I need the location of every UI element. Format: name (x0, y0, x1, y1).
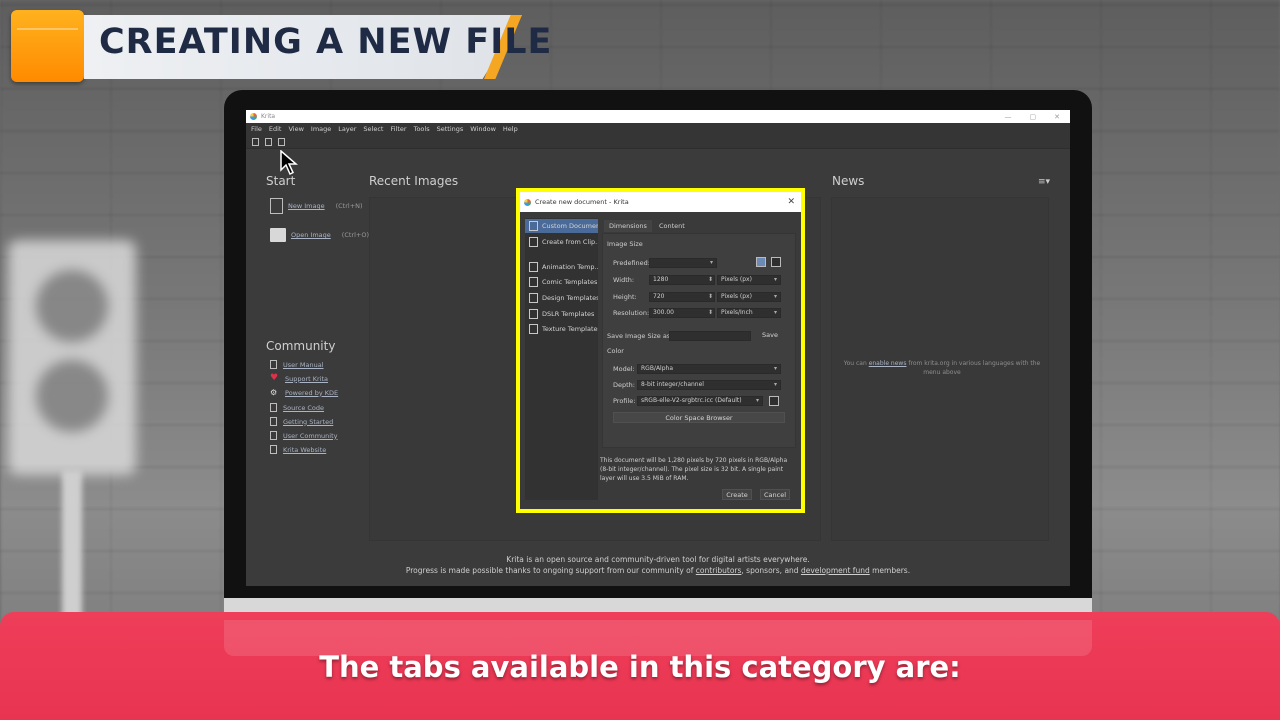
source-code-link[interactable]: Source Code (283, 404, 324, 412)
menu-view[interactable]: View (288, 125, 303, 133)
background-speaker (8, 240, 136, 475)
title-text: CREATING A NEW FILE (99, 22, 553, 62)
book-icon (270, 431, 277, 440)
open-image-item[interactable]: Open Image (Ctrl+O) (270, 228, 369, 242)
powered-by-kde-link[interactable]: Powered by KDE (285, 389, 338, 397)
close-icon[interactable]: ✕ (1054, 113, 1060, 121)
support-krita-item[interactable]: ♥ Support Krita (270, 374, 328, 383)
welcome-footer: Krita is an open source and community-dr… (246, 554, 1070, 576)
support-krita-link[interactable]: Support Krita (285, 375, 328, 383)
title-badge-icon (11, 10, 84, 82)
menu-file[interactable]: File (251, 125, 262, 133)
footer-text-mid: , sponsors, and (741, 566, 799, 575)
maximize-icon[interactable]: ▢ (1030, 113, 1037, 121)
book-icon (270, 360, 277, 369)
development-fund-link[interactable]: development fund (801, 566, 870, 575)
enable-news-link[interactable]: enable news (869, 360, 907, 367)
news-heading: News (832, 174, 865, 188)
new-image-link[interactable]: New Image (288, 202, 325, 210)
new-image-icon (270, 198, 283, 214)
contributors-link[interactable]: contributors (696, 566, 742, 575)
open-image-link[interactable]: Open Image (291, 231, 331, 239)
menu-image[interactable]: Image (311, 125, 331, 133)
news-message: You can enable news from krita.org in va… (842, 359, 1042, 377)
menu-layer[interactable]: Layer (338, 125, 356, 133)
kde-gear-icon: ⚙ (270, 388, 278, 397)
open-image-shortcut: (Ctrl+O) (341, 231, 369, 239)
footer-text-pre: Progress is made possible thanks to ongo… (405, 566, 694, 575)
footer-line-2: Progress is made possible thanks to ongo… (246, 565, 1070, 576)
menu-help[interactable]: Help (503, 125, 518, 133)
getting-started-item[interactable]: Getting Started (270, 417, 333, 426)
user-manual-link[interactable]: User Manual (283, 361, 324, 369)
new-image-item[interactable]: New Image (Ctrl+N) (270, 198, 363, 214)
background-pole (62, 470, 82, 630)
menubar: File Edit View Image Layer Select Filter… (246, 123, 1070, 135)
news-menu-icon[interactable]: ≡▾ (1038, 177, 1050, 187)
save-document-icon[interactable] (278, 137, 285, 146)
footer-text-post: members. (872, 566, 911, 575)
book-icon (270, 403, 277, 412)
menu-tools[interactable]: Tools (414, 125, 430, 133)
heart-icon: ♥ (270, 373, 279, 383)
minimize-icon[interactable]: — (1005, 113, 1012, 121)
start-heading: Start (266, 174, 296, 188)
community-heading: Community (266, 339, 336, 353)
menu-settings[interactable]: Settings (437, 125, 464, 133)
toolbar (246, 135, 1070, 149)
window-titlebar: Krita — ▢ ✕ (246, 110, 1070, 123)
source-code-item[interactable]: Source Code (270, 403, 324, 412)
new-image-shortcut: (Ctrl+N) (335, 202, 363, 210)
menu-filter[interactable]: Filter (390, 125, 406, 133)
menu-edit[interactable]: Edit (269, 125, 282, 133)
krita-logo-icon (250, 113, 257, 120)
powered-by-kde-item[interactable]: ⚙ Powered by KDE (270, 388, 338, 397)
caption-text: The tabs available in this category are: (319, 650, 961, 684)
footer-line-1: Krita is an open source and community-dr… (506, 555, 810, 564)
user-community-link[interactable]: User Community (283, 432, 338, 440)
recent-images-heading: Recent Images (369, 174, 459, 188)
open-image-icon (270, 228, 286, 242)
menu-select[interactable]: Select (363, 125, 383, 133)
krita-website-link[interactable]: Krita Website (283, 446, 326, 454)
window-title: Krita (261, 113, 276, 120)
new-document-icon[interactable] (252, 137, 259, 146)
news-text-pre: You can (843, 360, 867, 367)
user-community-item[interactable]: User Community (270, 431, 338, 440)
book-icon (270, 445, 277, 454)
open-document-icon[interactable] (265, 137, 272, 146)
book-icon (270, 417, 277, 426)
dialog-highlight-frame (516, 188, 805, 513)
menu-window[interactable]: Window (470, 125, 496, 133)
news-text-post: from krita.org in various languages with… (908, 360, 1041, 376)
krita-website-item[interactable]: Krita Website (270, 445, 326, 454)
getting-started-link[interactable]: Getting Started (283, 418, 333, 426)
user-manual-item[interactable]: User Manual (270, 360, 324, 369)
